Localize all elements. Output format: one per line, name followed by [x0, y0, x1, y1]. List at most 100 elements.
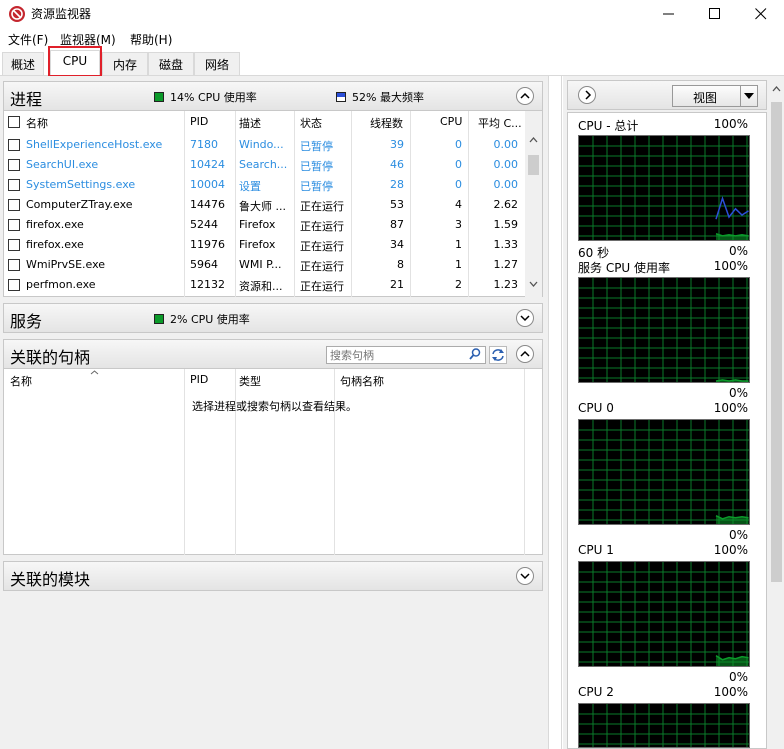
table-row[interactable]: ComputerZTray.exe 14476 鲁大师 ... 正在运行 53 4 2.62	[4, 195, 524, 215]
processes-scrollbar[interactable]	[525, 111, 542, 297]
scroll-up-icon[interactable]	[529, 137, 538, 143]
col-status[interactable]: 状态	[300, 111, 322, 133]
select-all-checkbox[interactable]	[8, 116, 20, 128]
table-row[interactable]: SystemSettings.exe 10004 设置 已暂停 28 0 0.00	[4, 175, 524, 195]
process-cpu: 3	[455, 218, 462, 231]
menu-monitor[interactable]: 监视器(M)	[60, 31, 116, 48]
process-avg-cpu: 0.00	[493, 138, 519, 151]
col-separator	[524, 369, 525, 555]
row-checkbox[interactable]	[8, 219, 20, 231]
tab-disk[interactable]: 磁盘	[148, 52, 194, 75]
scroll-up-icon[interactable]	[772, 86, 781, 92]
maximize-button[interactable]	[692, 0, 738, 28]
row-checkbox[interactable]	[8, 259, 20, 271]
view-dropdown-arrow[interactable]	[740, 86, 758, 106]
tab-memory[interactable]: 内存	[102, 52, 148, 75]
process-description: 资源和...	[239, 280, 283, 293]
services-cpu-usage: 2% CPU 使用率	[154, 311, 250, 327]
graph-title: CPU 0	[578, 401, 614, 415]
menu-file[interactable]: 文件(F)	[8, 31, 48, 48]
graph-max-label: 100%	[713, 685, 748, 699]
menu-help[interactable]: 帮助(H)	[130, 31, 172, 48]
cpu-graph	[578, 135, 750, 242]
processes-title: 进程	[10, 90, 43, 109]
cpu-graph	[578, 703, 750, 749]
modules-header[interactable]: 关联的模块	[3, 561, 543, 591]
process-threads: 34	[390, 238, 404, 251]
tab-network[interactable]: 网络	[194, 52, 240, 75]
table-row[interactable]: ShellExperienceHost.exe 7180 Windo... 已暂停 39…	[4, 135, 524, 155]
process-name: WmiPrvSE.exe	[26, 258, 106, 271]
handles-col-name[interactable]: 名称	[10, 369, 32, 391]
view-dropdown[interactable]: 视图	[672, 85, 758, 107]
col-description[interactable]: 描述	[239, 111, 261, 133]
process-status: 已暂停	[300, 180, 333, 193]
close-button[interactable]	[738, 0, 784, 28]
handles-header[interactable]: 关联的句柄	[3, 339, 543, 369]
table-row[interactable]: SearchUI.exe 10424 Search... 已暂停 46 0 0.00	[4, 155, 524, 175]
col-avg-cpu[interactable]: 平均 C...	[478, 111, 522, 133]
graphs-collapse-button[interactable]	[578, 86, 596, 104]
graphs-scrollbar[interactable]	[769, 80, 784, 749]
graphs-pane: 视图 CPU - 总计 100% 60 秒 0% 服务 CPU 使用率 100% 0% CPU…	[563, 76, 784, 749]
pane-splitter[interactable]	[548, 76, 562, 749]
close-icon	[755, 8, 767, 20]
scroll-thumb[interactable]	[528, 155, 539, 175]
table-row[interactable]: firefox.exe 5244 Firefox 正在运行 87 3 1.59	[4, 215, 524, 235]
row-checkbox[interactable]	[8, 179, 20, 191]
modules-expand-button[interactable]	[516, 567, 534, 585]
col-name[interactable]: 名称	[26, 111, 48, 133]
handles-collapse-button[interactable]	[516, 345, 534, 363]
col-threads[interactable]: 线程数	[370, 111, 403, 133]
process-pid: 11976	[190, 238, 225, 251]
search-handles-input[interactable]	[326, 346, 486, 364]
col-separator	[334, 369, 335, 555]
process-status: 正在运行	[300, 280, 344, 293]
process-threads: 53	[390, 198, 404, 211]
process-description: 鲁大师 ...	[239, 200, 286, 213]
process-threads: 46	[390, 158, 404, 171]
table-row[interactable]: WmiPrvSE.exe 5964 WMI P... 正在运行 8 1 1.27	[4, 255, 524, 275]
scroll-thumb[interactable]	[771, 102, 782, 582]
scroll-down-icon[interactable]	[529, 281, 538, 287]
process-description: Firefox	[239, 218, 276, 231]
processes-collapse-button[interactable]	[516, 87, 534, 105]
processes-header[interactable]: 进程 14% CPU 使用率 52% 最大频率	[3, 81, 543, 111]
row-checkbox[interactable]	[8, 279, 20, 291]
tab-cpu[interactable]: CPU	[50, 50, 100, 76]
row-checkbox[interactable]	[8, 199, 20, 211]
handles-col-pid[interactable]: PID	[190, 369, 208, 391]
title-bar: 资源监视器	[0, 0, 784, 28]
row-checkbox[interactable]	[8, 139, 20, 151]
col-cpu[interactable]: CPU	[440, 111, 462, 133]
table-row[interactable]: perfmon.exe 12132 资源和... 正在运行 21 2 1.23	[4, 275, 524, 295]
process-pid: 10424	[190, 158, 225, 171]
table-row[interactable]: firefox.exe 11976 Firefox 正在运行 34 1 1.33	[4, 235, 524, 255]
cpu-graph-plot	[579, 420, 749, 526]
refresh-button[interactable]	[489, 346, 507, 364]
chevron-up-icon	[520, 350, 530, 357]
graph-min-label: 0%	[728, 244, 748, 258]
col-pid[interactable]: PID	[190, 111, 208, 133]
services-expand-button[interactable]	[516, 309, 534, 327]
cpu-graph	[578, 561, 750, 668]
process-avg-cpu: 2.62	[493, 198, 519, 211]
process-threads: 8	[397, 258, 404, 271]
handles-col-handle-name[interactable]: 句柄名称	[340, 369, 384, 391]
tab-overview[interactable]: 概述	[2, 52, 44, 75]
handles-col-type[interactable]: 类型	[239, 369, 261, 391]
row-checkbox[interactable]	[8, 159, 20, 171]
cpu-graph	[578, 277, 750, 384]
process-description: Search...	[239, 158, 288, 171]
dropdown-arrow-icon	[744, 93, 754, 99]
processes-max-freq-text: 52% 最大频率	[352, 91, 424, 104]
row-checkbox[interactable]	[8, 239, 20, 251]
services-header[interactable]: 服务 2% CPU 使用率	[3, 303, 543, 333]
process-description: Firefox	[239, 238, 276, 251]
search-icon[interactable]	[469, 348, 481, 360]
minimize-button[interactable]	[646, 0, 692, 28]
process-status: 已暂停	[300, 140, 333, 153]
graph-min-label: 0%	[728, 528, 748, 542]
green-square-icon	[154, 92, 164, 102]
process-name: SystemSettings.exe	[26, 178, 136, 191]
